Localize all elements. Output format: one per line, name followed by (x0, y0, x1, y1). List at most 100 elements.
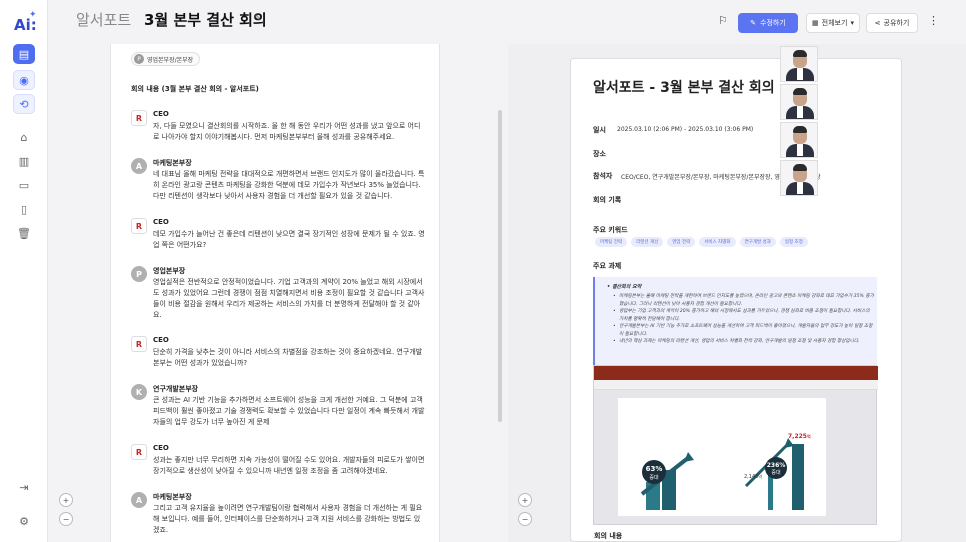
slide-value-big: 7,225억 (788, 433, 811, 440)
participant-tile[interactable] (780, 160, 818, 196)
chevron-down-icon: ▾ (850, 19, 854, 27)
speaker-name: 마케팅본부장 (153, 493, 192, 501)
edit-button[interactable]: ✎ 수정하기 (738, 13, 798, 33)
grid-icon: ▦ (812, 19, 819, 27)
keyword-chip[interactable]: 일정 조정 (779, 237, 808, 247)
speaker-avatar: K (131, 384, 147, 400)
doc-zoom-in-icon[interactable]: + (518, 493, 532, 507)
message-text: 자, 다들 모였으니 결산회의를 시작하죠. 올 한 해 동안 우리가 어떤 성… (153, 122, 421, 141)
summary-item: 연구개발본부는 AI 기반 기능 추가로 소프트웨어 성능을 개선하여 고객 피… (613, 323, 875, 338)
view-all-dropdown[interactable]: ▦ 전체보기 ▾ (806, 13, 860, 33)
note-icon: ▤ (18, 47, 30, 61)
attendees-label: 참석자 (593, 172, 613, 180)
rail-record-button[interactable]: ◉ (13, 70, 35, 90)
transcript-panel: P 영업본부장/본부장 회의 내용 (3월 본부 결산 회의 - 알서포트) R… (110, 44, 440, 542)
speaker-filter-chip[interactable]: P 영업본부장/본부장 (131, 52, 201, 66)
growth-badge-sub: 증대 (771, 469, 781, 476)
slide-canvas: 63% 증대 236% 증대 2,145억 7,225억 (618, 398, 826, 516)
date-value: 2025.03.10 (2:06 PM) - 2025.03.10 (3:06 … (617, 126, 754, 133)
sparkle-icon: ✦ (29, 10, 37, 20)
speaker-avatar: R (131, 110, 147, 126)
share-button-label: 공유하기 (883, 19, 910, 27)
zoom-out-icon[interactable]: − (59, 512, 73, 526)
place-label: 장소 (593, 150, 606, 158)
speaker-avatar: A (131, 492, 147, 508)
keyword-chip[interactable]: 마케팅 전략 (595, 237, 628, 247)
summary-heading-text: 결산회의 요약 (611, 284, 642, 290)
mic-icon: ◉ (19, 73, 29, 87)
edit-title-pencil-icon[interactable]: ✎ (254, 14, 263, 24)
message-text: 단순히 가격을 낮추는 것이 아니라 서비스의 차별점을 강조하는 것이 중요하… (153, 348, 423, 367)
share-button[interactable]: ⋖ 공유하기 (866, 13, 918, 33)
keyword-list: 마케팅 전략 리텐션 개선 영업 전략 서비스 차별화 연구개발 성과 일정 조… (595, 237, 808, 247)
more-options-icon[interactable]: ⋮ (928, 14, 939, 28)
keyword-chip[interactable]: 영업 전략 (667, 237, 696, 247)
logout-icon[interactable]: ⇥ (16, 480, 32, 496)
app-logo[interactable]: Ai: ✦ (13, 10, 37, 36)
breadcrumb-root[interactable]: 알서포트 (76, 9, 131, 30)
refresh-icon: ⟲ (19, 97, 29, 111)
rail-notes-button[interactable]: ▤ (13, 44, 35, 64)
presentation-titlebar (594, 366, 878, 380)
message-text: 네 대표님 올해 마케팅 전략을 대대적으로 개편하면서 브랜드 인지도가 많이… (153, 170, 425, 200)
tasks-label: 주요 과제 (593, 262, 622, 270)
participant-tile[interactable] (780, 46, 818, 82)
meeting-content-heading: 회의 내용 (594, 532, 623, 540)
speaker-name: CEO (153, 218, 169, 226)
keyword-chip[interactable]: 리텐션 개선 (631, 237, 664, 247)
speaker-name: 마케팅본부장 (153, 159, 192, 167)
speaker-name: CEO (153, 444, 169, 452)
meeting-screenshot: 63% 증대 236% 증대 2,145억 7,225억 (593, 365, 878, 525)
speaker-name: CEO (153, 336, 169, 344)
chip-label: 영업본부장/본부장 (147, 56, 194, 64)
edit-icon: ✎ (750, 19, 757, 27)
message-text: 성과는 좋지만 너무 무리하면 지속 가능성이 떨어질 수도 있어요. 개발자들… (153, 456, 425, 475)
doc-zoom-out-icon[interactable]: − (518, 512, 532, 526)
view-all-label: 전체보기 (821, 19, 848, 27)
keyword-chip[interactable]: 연구개발 성과 (739, 237, 776, 247)
summary-item: 마케팅본부는 올해 마케팅 전략을 개편하여 브랜드 인지도를 높였으며, 온라… (613, 293, 875, 308)
participant-video-tiles (780, 46, 818, 204)
keyword-chip[interactable]: 서비스 차별화 (699, 237, 736, 247)
presentation-ribbon (594, 380, 878, 390)
participant-tile[interactable] (780, 84, 818, 120)
keywords-label: 주요 키워드 (593, 226, 628, 234)
trash-icon[interactable]: 🗑 (16, 226, 32, 242)
gear-icon[interactable]: ⚙ (16, 514, 32, 530)
document-icon[interactable]: ▥ (16, 154, 32, 170)
record-label: 회의 기록 (593, 196, 622, 204)
speaker-avatar: R (131, 444, 147, 460)
growth-badge-value: 63% (646, 465, 663, 473)
message-text: 데모 가입수가 늘어난 건 좋은데 리텐션이 낮으면 결국 장기적인 성장에 문… (153, 230, 425, 249)
rail-sync-button[interactable]: ⟲ (13, 94, 35, 114)
meeting-document: 알서포트 - 3월 본부 결산 회의 일시 2025.03.10 (2:06 P… (570, 58, 902, 542)
summary-item: 영업부는 기업 고객과의 계약이 20% 증가하고 해외 시장에서도 성과를 거… (613, 308, 875, 323)
speaker-name: CEO (153, 110, 169, 118)
summary-heading: • 결산회의 요약 (607, 284, 642, 290)
folder-icon[interactable]: ▭ (16, 178, 32, 194)
speaker-avatar: R (131, 218, 147, 234)
speaker-avatar: P (131, 266, 147, 282)
document-panel: 알서포트 - 3월 본부 결산 회의 일시 2025.03.10 (2:06 P… (508, 44, 966, 542)
header: 알서포트 3월 본부 결산 회의 ✎ ⚐ ✎ 수정하기 ▦ 전체보기 ▾ ⋖ 공… (48, 0, 966, 40)
bookmark-icon[interactable]: ⚐ (718, 14, 730, 28)
chip-avatar: P (134, 54, 144, 64)
home-icon[interactable]: ⌂ (16, 130, 32, 146)
zoom-in-icon[interactable]: + (59, 493, 73, 507)
speaker-name: 영업본부장 (153, 267, 186, 275)
page-title: 3월 본부 결산 회의 (144, 11, 267, 29)
summary-list: 마케팅본부는 올해 마케팅 전략을 개편하여 브랜드 인지도를 높였으며, 온라… (613, 293, 875, 346)
growth-badge-sub: 증대 (649, 474, 659, 481)
slide-chart: 63% 증대 236% 증대 2,145억 7,225억 (618, 398, 826, 516)
growth-badge-value: 236% (767, 462, 786, 469)
book-icon[interactable]: ▯ (16, 202, 32, 218)
date-label: 일시 (593, 126, 606, 134)
speaker-avatar: R (131, 336, 147, 352)
slide-bar (792, 444, 804, 510)
participant-tile[interactable] (780, 122, 818, 158)
transcript-section-title: 회의 내용 (3월 본부 결산 회의 - 알서포트) (131, 85, 259, 93)
speaker-name: 연구개발본부장 (153, 385, 199, 393)
transcript-scrollbar[interactable] (498, 110, 502, 422)
speaker-avatar: A (131, 158, 147, 174)
message-text: 영업실적은 전반적으로 안정적이었습니다. 기업 고객과의 계약이 20% 늘었… (153, 278, 425, 319)
